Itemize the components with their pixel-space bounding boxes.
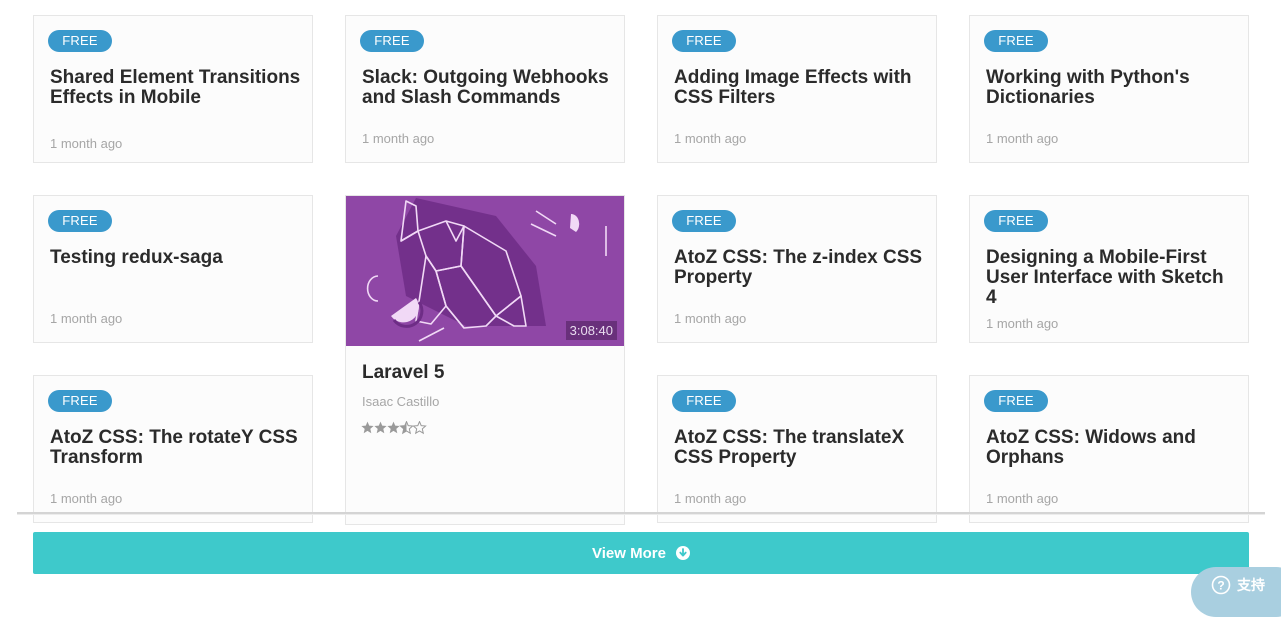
course-title[interactable]: Designing a Mobile-First User Interface … [986, 248, 1238, 308]
course-duration: 3:08:40 [565, 321, 617, 340]
course-time: 1 month ago [50, 491, 123, 506]
course-card[interactable]: FREE AtoZ CSS: Widows and Orphans 1 mont… [969, 375, 1249, 523]
course-card[interactable]: FREE Shared Element Transitions Effects … [33, 15, 313, 163]
view-more-button[interactable]: View More [33, 532, 1249, 574]
help-circle-icon: ? [1211, 575, 1231, 595]
featured-course-card[interactable]: 3:08:40 Laravel 5 Isaac Castillo [345, 195, 625, 525]
free-badge: FREE [984, 30, 1048, 52]
course-title[interactable]: Working with Python's Dictionaries [986, 68, 1238, 108]
course-title[interactable]: AtoZ CSS: The z-index CSS Property [674, 248, 926, 288]
free-badge: FREE [360, 30, 424, 52]
course-card[interactable]: FREE Slack: Outgoing Webhooks and Slash … [345, 15, 625, 163]
free-badge: FREE [672, 210, 736, 232]
svg-text:?: ? [1217, 579, 1224, 593]
free-badge: FREE [672, 30, 736, 52]
free-badge: FREE [672, 390, 736, 412]
course-card[interactable]: FREE AtoZ CSS: The z-index CSS Property … [657, 195, 937, 343]
course-card[interactable]: FREE AtoZ CSS: The translateX CSS Proper… [657, 375, 937, 523]
support-label: 支持 [1237, 577, 1265, 593]
course-card[interactable]: FREE Working with Python's Dictionaries … [969, 15, 1249, 163]
free-badge: FREE [48, 210, 112, 232]
course-card[interactable]: FREE Testing redux-saga 1 month ago [33, 195, 313, 343]
course-title[interactable]: AtoZ CSS: Widows and Orphans [986, 428, 1238, 468]
support-widget[interactable]: ? 支持 [1191, 567, 1281, 617]
course-title[interactable]: Testing redux-saga [50, 248, 302, 268]
course-title[interactable]: AtoZ CSS: The rotateY CSS Transform [50, 428, 302, 468]
course-title[interactable]: Slack: Outgoing Webhooks and Slash Comma… [362, 68, 614, 108]
course-card[interactable]: FREE Adding Image Effects with CSS Filte… [657, 15, 937, 163]
rating-stars [361, 421, 427, 435]
course-time: 1 month ago [362, 131, 435, 146]
course-title[interactable]: Laravel 5 [362, 362, 444, 384]
section-divider [17, 512, 1265, 515]
course-time: 1 month ago [674, 131, 747, 146]
course-time: 1 month ago [986, 491, 1059, 506]
course-time: 1 month ago [50, 311, 123, 326]
course-time: 1 month ago [674, 311, 747, 326]
free-badge: FREE [48, 30, 112, 52]
course-card[interactable]: FREE Designing a Mobile-First User Inter… [969, 195, 1249, 343]
course-title[interactable]: Adding Image Effects with CSS Filters [674, 68, 926, 108]
view-more-label: View More [592, 544, 666, 562]
free-badge: FREE [984, 210, 1048, 232]
arrow-circle-down-icon [675, 546, 690, 560]
course-time: 1 month ago [674, 491, 747, 506]
course-thumbnail[interactable]: 3:08:40 [346, 196, 624, 346]
course-time: 1 month ago [986, 131, 1059, 146]
course-title[interactable]: AtoZ CSS: The translateX CSS Property [674, 428, 926, 468]
course-time: 1 month ago [50, 136, 123, 151]
course-title[interactable]: Shared Element Transitions Effects in Mo… [50, 68, 302, 108]
free-badge: FREE [48, 390, 112, 412]
free-badge: FREE [984, 390, 1048, 412]
star-rating-icon [361, 421, 427, 434]
course-author[interactable]: Isaac Castillo [362, 394, 439, 409]
course-card[interactable]: FREE AtoZ CSS: The rotateY CSS Transform… [33, 375, 313, 523]
course-time: 1 month ago [986, 316, 1059, 331]
